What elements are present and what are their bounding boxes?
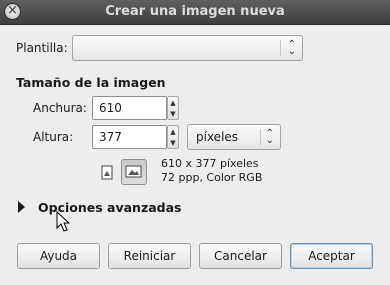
updown-arrow-icon: ⌃ ⌄ [287, 39, 296, 57]
width-input[interactable]: 610 [92, 96, 167, 120]
template-label: Plantilla: [16, 41, 68, 55]
image-dimensions-info: 610 x 377 píxeles [161, 157, 259, 170]
dialog-window: × Crear una imagen nueva Plantilla: ⌃ ⌄ T… [0, 0, 390, 285]
image-resolution-info: 72 ppp, Color RGB [161, 171, 263, 184]
width-stepper[interactable]: ▲ ▼ [167, 96, 179, 120]
landscape-button[interactable] [121, 159, 147, 185]
window-title: Crear una imagen nueva [105, 4, 285, 19]
ok-button[interactable]: Aceptar [290, 243, 373, 269]
height-label: Altura: [33, 130, 74, 144]
updown-arrow-icon: ⌃ ⌄ [265, 128, 274, 146]
image-size-heading: Tamaño de la imagen [16, 75, 166, 90]
landscape-icon [125, 165, 142, 178]
spin-up-icon[interactable]: ▲ [168, 97, 178, 108]
spin-down-icon[interactable]: ▼ [168, 137, 178, 148]
unit-value: píxeles [196, 130, 239, 144]
height-input[interactable]: 377 [92, 125, 167, 149]
portrait-icon [101, 165, 113, 180]
unit-select[interactable]: píxeles ⌃ ⌄ [187, 124, 281, 150]
cancel-button[interactable]: Cancelar [199, 243, 282, 269]
help-button[interactable]: Ayuda [17, 243, 100, 269]
portrait-button[interactable] [94, 160, 120, 186]
expander-arrow-icon[interactable] [18, 201, 25, 213]
spin-down-icon[interactable]: ▼ [168, 108, 178, 119]
width-label: Anchura: [33, 101, 87, 115]
spin-up-icon[interactable]: ▲ [168, 126, 178, 137]
height-stepper[interactable]: ▲ ▼ [167, 125, 179, 149]
reset-button[interactable]: Reiniciar [108, 243, 191, 269]
title-bar: × Crear una imagen nueva [0, 0, 390, 25]
template-combo[interactable]: ⌃ ⌄ [72, 35, 303, 61]
mouse-cursor-icon [56, 211, 70, 232]
